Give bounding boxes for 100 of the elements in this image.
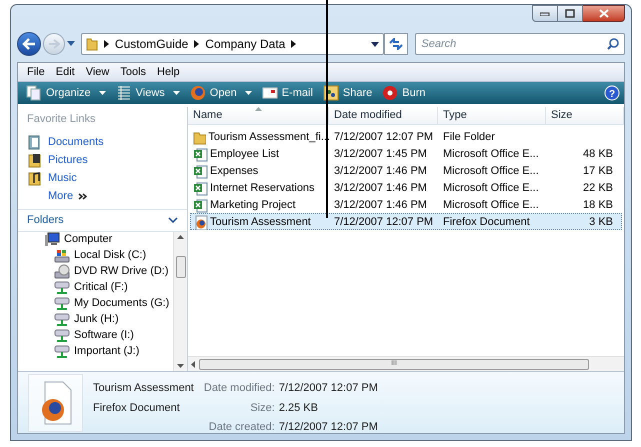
date-cell-text: 7/12/2007 12:07 PM — [333, 215, 434, 230]
maximize-button[interactable] — [558, 5, 583, 22]
address-bar[interactable]: CustomGuide Company Data — [80, 33, 384, 55]
file-row[interactable]: Expenses 3/12/2007 1:46 PM Microsoft Office E... 17 KB — [190, 162, 622, 179]
minimize-button[interactable] — [532, 5, 558, 22]
folder-icon — [193, 130, 206, 145]
menu-item[interactable]: View — [80, 64, 114, 80]
type-cell-text: Microsoft Office E... — [442, 164, 540, 179]
documents-folder-icon — [27, 134, 42, 150]
breadcrumb[interactable]: CustomGuide — [114, 35, 188, 53]
size-cell: 22 KB — [583, 182, 613, 194]
search-icon — [607, 38, 620, 50]
type-cell-text: File Folder — [442, 130, 496, 145]
type-cell-text: Microsoft Office E... — [442, 147, 540, 162]
column-header[interactable]: Type — [438, 107, 546, 124]
toolbar-button[interactable]: Organize — [22, 83, 110, 103]
folder-tree-item[interactable]: My Documents (G:) — [18, 296, 173, 312]
folder-tree-item[interactable]: Computer — [18, 232, 173, 248]
folder-tree-item[interactable]: Software (I:) — [18, 328, 173, 344]
minimize-icon — [540, 12, 550, 16]
detail-label: Size: — [249, 400, 275, 416]
date-cell-text: 7/12/2007 12:07 PM — [333, 130, 434, 145]
breadcrumb-arrow-icon[interactable] — [291, 40, 296, 48]
envelope-icon — [262, 85, 278, 101]
toolbar-button[interactable]: Open — [186, 83, 256, 103]
close-button[interactable] — [583, 5, 625, 22]
section-title: Folders — [27, 212, 64, 228]
favorite-link[interactable]: Documents — [27, 134, 178, 150]
caret-icon — [244, 91, 252, 95]
refresh-arrows-icon — [389, 38, 404, 50]
hard-drive-icon — [54, 248, 70, 263]
more-link[interactable]: More — [27, 188, 178, 204]
folder-tree-item[interactable]: DVD RW Drive (D:) — [18, 264, 173, 280]
size-cell: 17 KB — [583, 165, 613, 177]
column-header[interactable]: Size — [546, 107, 624, 124]
caret-icon — [98, 91, 106, 95]
file-name: Tourism Assessment — [93, 381, 194, 396]
size-cell: 48 KB — [583, 148, 613, 160]
vertical-scrollbar[interactable] — [173, 232, 187, 371]
type-cell-text: Microsoft Office E... — [442, 181, 540, 196]
disc-icon — [382, 85, 398, 101]
file-row[interactable]: Marketing Project 3/12/2007 1:46 PM Microsoft Office E... 18 KB — [190, 196, 622, 213]
toolbar-button[interactable]: Views — [112, 83, 184, 103]
folder-tree-item[interactable]: Important (J:) — [18, 344, 173, 360]
sort-arrow-icon — [255, 107, 262, 111]
spreadsheet-icon — [193, 198, 208, 213]
size-cell: 18 KB — [583, 199, 613, 211]
back-button[interactable] — [17, 32, 41, 56]
help-icon[interactable]: ? — [604, 85, 620, 101]
favorite-link[interactable]: Music — [27, 170, 178, 186]
menu-item[interactable]: Help — [152, 64, 185, 80]
dropdown-arrow-icon[interactable] — [371, 42, 380, 46]
network-drive-icon — [54, 296, 70, 311]
firefox-document-icon — [193, 214, 208, 230]
menu-item[interactable]: File — [22, 64, 50, 80]
spreadsheet-icon — [193, 180, 208, 196]
breadcrumb[interactable]: Company Data — [205, 35, 286, 53]
file-name: Employee List — [210, 147, 280, 162]
breadcrumb-arrow-icon[interactable] — [104, 40, 109, 48]
caret-icon — [172, 91, 180, 95]
menu-item[interactable]: Tools — [115, 64, 152, 80]
optical-drive-icon — [54, 264, 70, 279]
file-name: Expenses — [210, 164, 258, 179]
double-chevron-icon — [78, 192, 88, 200]
favorite-link[interactable]: Pictures — [27, 152, 178, 168]
network-drive-icon — [54, 344, 70, 359]
music-folder-icon — [27, 170, 42, 186]
maximize-icon — [565, 9, 575, 18]
file-row[interactable]: Employee List 3/12/2007 1:45 PM Microsoft Office E... 48 KB — [190, 145, 622, 162]
column-header[interactable]: Date modified — [329, 107, 438, 124]
folders-header[interactable]: Folders — [18, 210, 187, 232]
spreadsheet-icon — [193, 164, 208, 179]
breadcrumb-arrow-icon[interactable] — [194, 40, 200, 48]
list-view-icon — [116, 85, 132, 101]
type-cell-text: Microsoft Office E... — [442, 198, 540, 213]
scroll-thumb[interactable] — [176, 256, 186, 278]
folder-tree-item[interactable]: Critical (F:) — [18, 280, 173, 296]
refresh-button[interactable] — [384, 33, 408, 55]
detail-label: Date modified: — [204, 381, 275, 396]
file-row[interactable]: Tourism Assessment 7/12/2007 12:07 PM Firefox Document 3 KB — [190, 213, 622, 230]
chevron-down-icon — [168, 217, 178, 223]
section-title: Favorite Links — [27, 112, 96, 127]
computer-icon — [44, 232, 60, 247]
file-name: Marketing Project — [210, 198, 296, 213]
folder-icon — [86, 37, 98, 51]
menu-item[interactable]: Edit — [50, 64, 80, 80]
pictures-folder-icon — [27, 152, 42, 168]
file-name: Tourism Assessment — [210, 215, 311, 230]
folder-tree-item[interactable]: Junk (H:) — [18, 312, 173, 328]
toolbar-button[interactable]: Burn — [378, 83, 430, 103]
scroll-down-icon — [177, 364, 184, 368]
date-cell-text: 3/12/2007 1:45 PM — [333, 147, 428, 162]
date-cell-text: 3/12/2007 1:46 PM — [333, 181, 428, 196]
file-row[interactable]: Internet Reservations 3/12/2007 1:46 PM Microsoft Office E... 22 KB — [190, 179, 622, 196]
close-icon — [598, 9, 608, 18]
folder-tree-item[interactable]: Local Disk (C:) — [18, 248, 173, 264]
toolbar-button[interactable]: E-mail — [258, 83, 317, 103]
search-field[interactable]: Search — [415, 33, 626, 55]
scroll-up-icon — [177, 234, 184, 238]
spreadsheet-icon — [193, 146, 208, 162]
